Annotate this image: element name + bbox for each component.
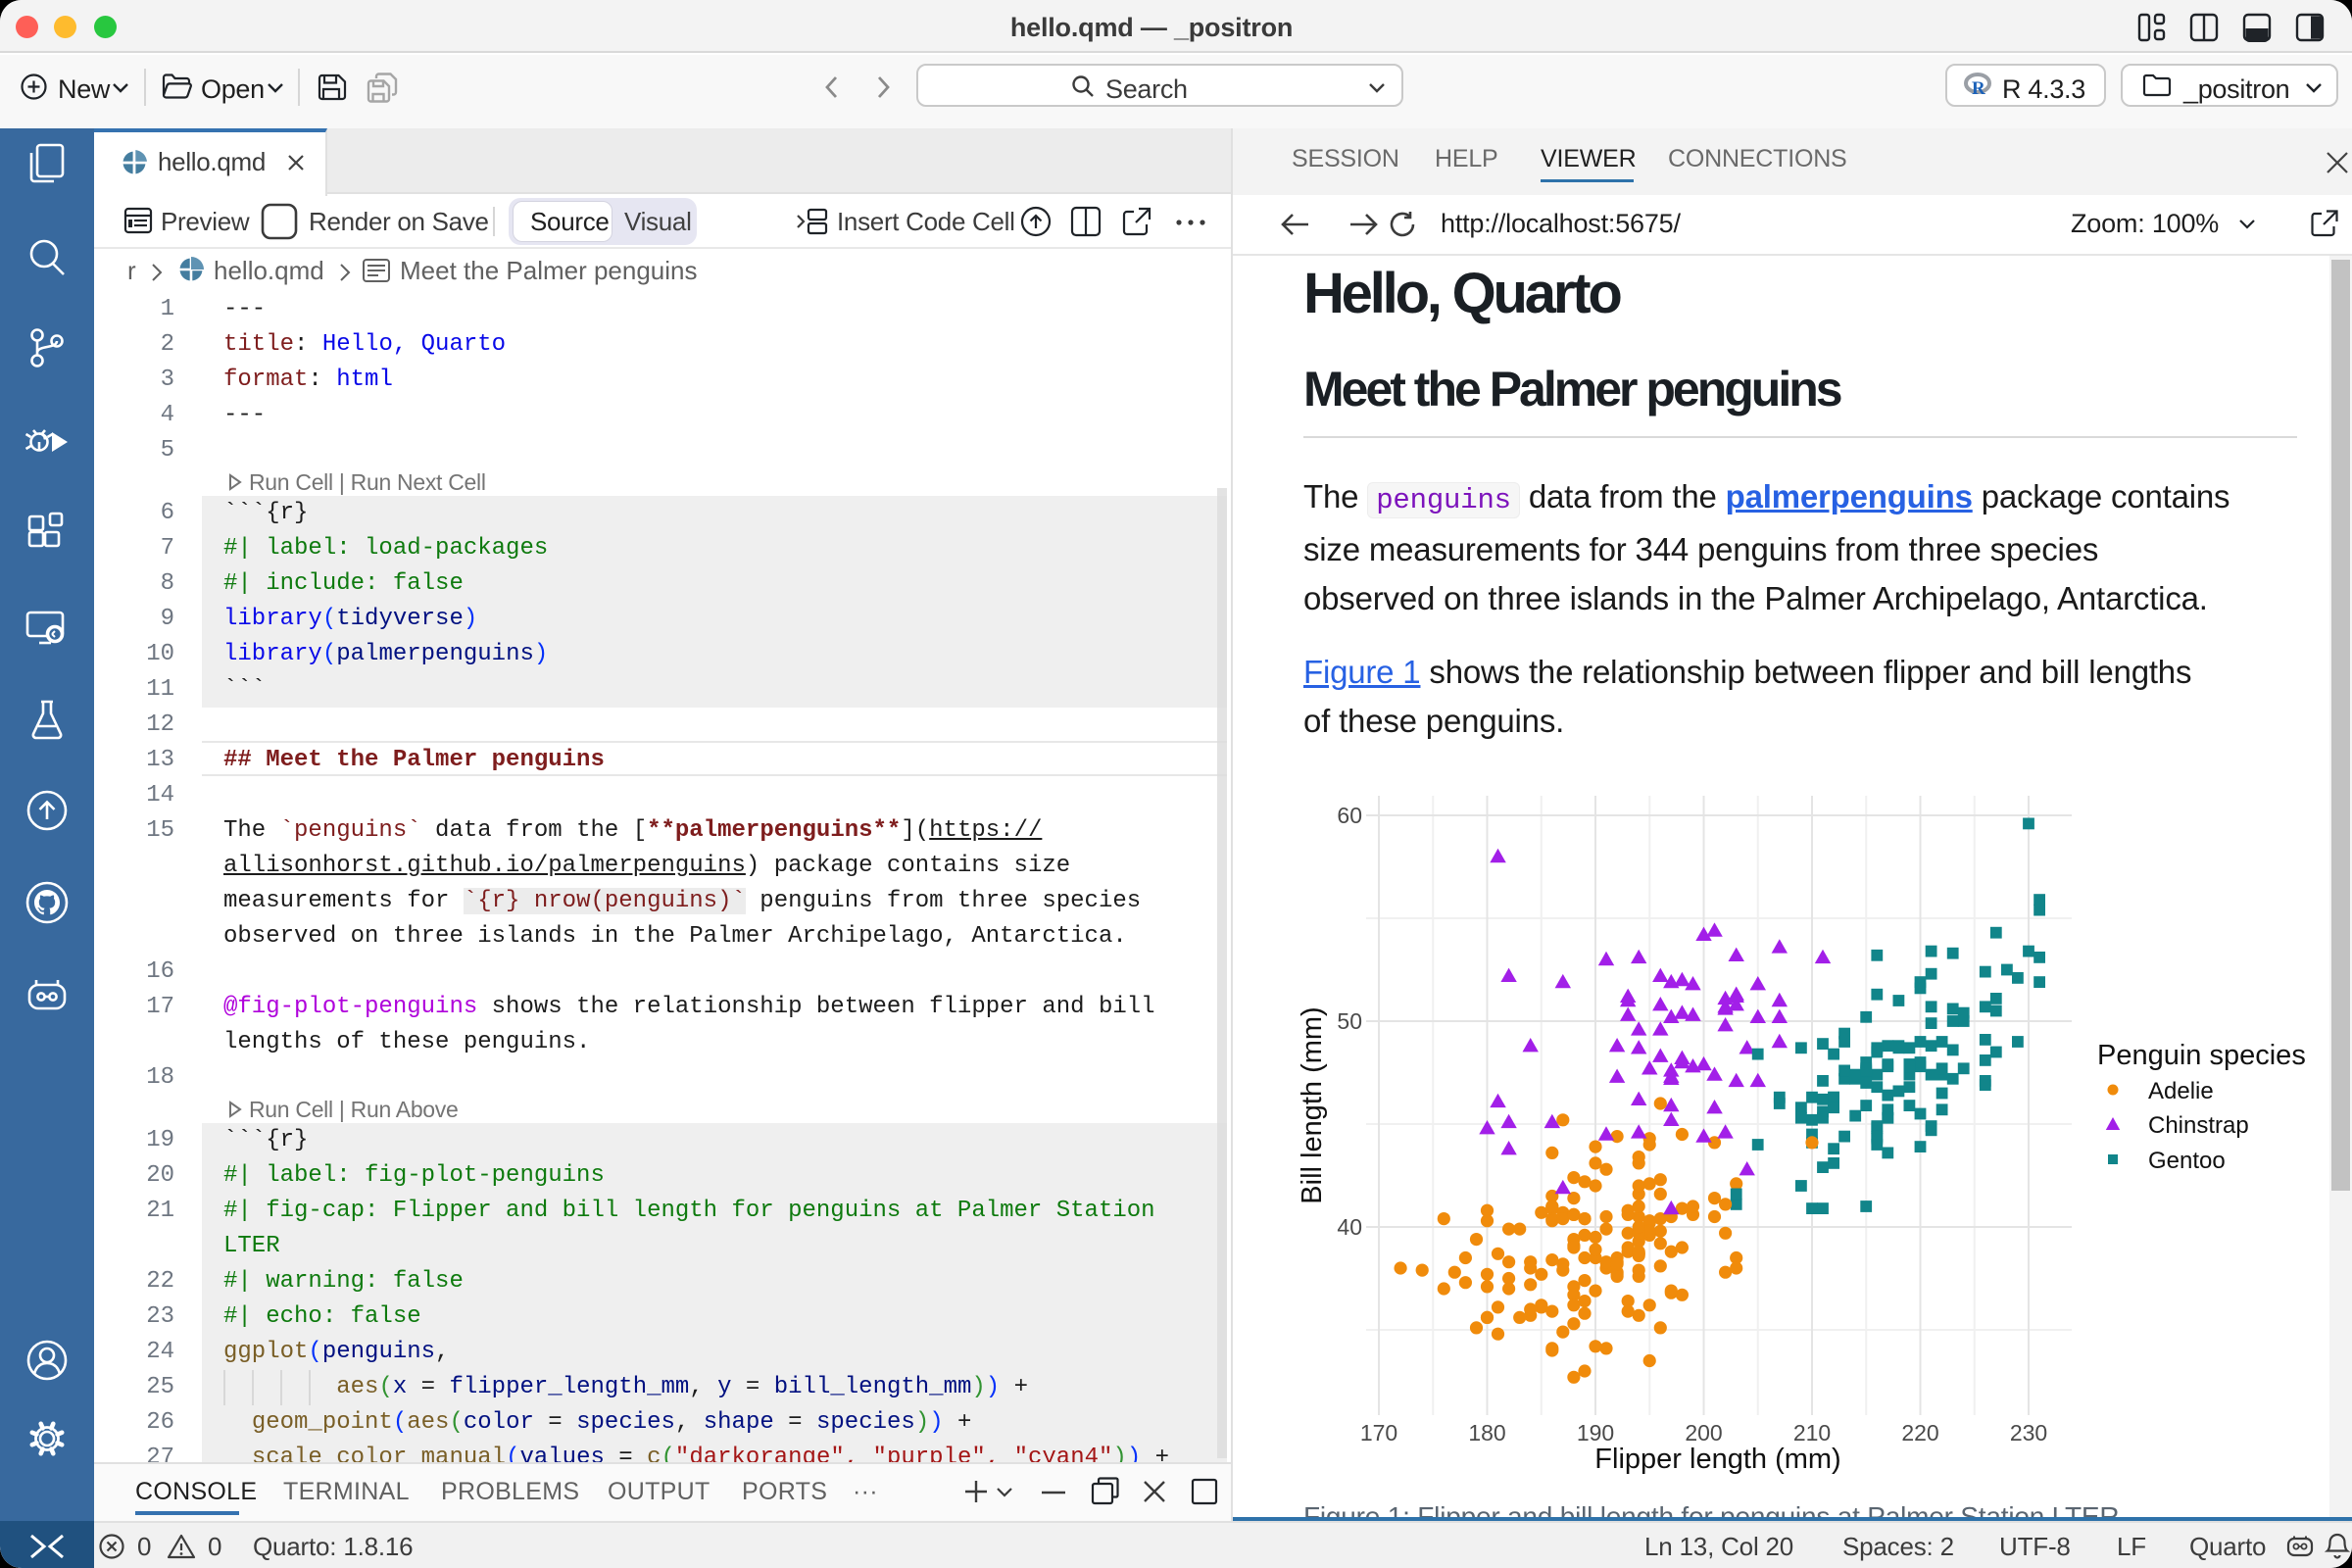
svg-text:200: 200: [1685, 1420, 1722, 1446]
svg-text:220: 220: [1901, 1420, 1938, 1446]
svg-text:Adelie: Adelie: [2148, 1078, 2214, 1104]
svg-text:Gentoo: Gentoo: [2148, 1148, 2226, 1174]
svg-text:Penguin species: Penguin species: [2097, 1040, 2306, 1071]
svg-text:Bill length (mm): Bill length (mm): [1297, 1006, 1328, 1203]
svg-text:Flipper length (mm): Flipper length (mm): [1594, 1444, 1840, 1475]
svg-text:R: R: [1972, 78, 1985, 99]
svg-text:170: 170: [1360, 1420, 1397, 1446]
svg-text:230: 230: [2010, 1420, 2047, 1446]
svg-text:210: 210: [1793, 1420, 1831, 1446]
svg-text:50: 50: [1337, 1008, 1362, 1034]
svg-text:40: 40: [1337, 1214, 1362, 1240]
svg-text:Chinstrap: Chinstrap: [2148, 1112, 2249, 1139]
svg-text:190: 190: [1577, 1420, 1614, 1446]
svg-text:60: 60: [1337, 803, 1362, 828]
svg-text:180: 180: [1468, 1420, 1505, 1446]
